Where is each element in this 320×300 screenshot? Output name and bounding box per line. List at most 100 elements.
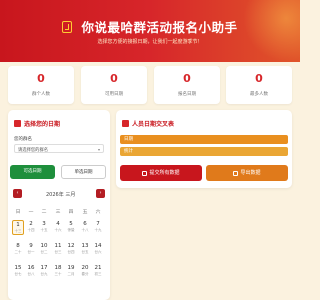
calendar-day[interactable]: 20 春分: [79, 264, 91, 279]
day-number: 16: [27, 265, 35, 271]
stat-value: 0: [37, 72, 45, 85]
lunar-date: 廿四: [67, 250, 75, 254]
calendar-day[interactable]: 18 三十: [52, 264, 64, 279]
cross-table-panel: 人员日期交叉表 日期 统计 提交所有数据 导出数据: [116, 110, 292, 188]
calendar-day[interactable]: 14 廿六: [92, 242, 104, 257]
lunar-date: 廿七: [14, 272, 22, 276]
day-number: 6: [83, 221, 87, 227]
calendar-day[interactable]: 10 廿二: [38, 242, 50, 257]
panel-title: 选择您的日期: [14, 119, 60, 128]
day-number: 1: [16, 222, 20, 228]
calendar-day[interactable]: 5 惊蛰: [65, 220, 77, 235]
title-row: 你说最哈群活动报名小助手: [0, 16, 300, 36]
stat-value: 0: [110, 72, 118, 85]
panel-title-text: 选择您的日期: [24, 121, 61, 128]
header-banner: 你说最哈群活动报名小助手 选择您方便的接报日期，让我们一起度游季节！: [0, 0, 300, 62]
lunar-date: 廿六: [94, 250, 102, 254]
weekday-label: 二: [41, 210, 47, 215]
day-number: 8: [16, 243, 20, 249]
submit-all-label: 提交所有数据: [149, 170, 180, 176]
stat-value: 0: [183, 72, 191, 85]
stat-card: 0 最多人数: [226, 66, 292, 104]
day-number: 17: [40, 265, 48, 271]
calendar-day[interactable]: 19 二月: [65, 264, 77, 279]
chevron-down-icon: ▾: [97, 147, 100, 152]
stat-label: 报名日期: [178, 92, 196, 97]
lunar-date: 廿一: [27, 250, 35, 254]
lunar-date: 廿二: [40, 250, 48, 254]
calendar-day[interactable]: 12 廿四: [65, 242, 77, 257]
group-name-label: 您的群名: [14, 137, 32, 142]
day-number: 5: [69, 221, 73, 227]
submit-all-button[interactable]: 提交所有数据: [120, 165, 202, 181]
export-button[interactable]: 导出数据: [206, 165, 288, 181]
lunar-date: 廿八: [27, 272, 35, 276]
day-number: 7: [96, 221, 100, 227]
stat-label: 最多人数: [250, 92, 268, 97]
calendar-check-icon: [62, 20, 73, 33]
calendar-day[interactable]: 11 廿三: [52, 242, 64, 257]
multi-select-button[interactable]: 可选日期: [10, 165, 55, 179]
group-name-select[interactable]: 请选择您的群名 ▾: [14, 144, 104, 153]
day-number: 11: [54, 243, 62, 249]
lunar-date: 十九: [94, 228, 102, 232]
calendar-day[interactable]: 4 十六: [52, 220, 64, 235]
single-select-button[interactable]: 单选日期: [61, 165, 106, 179]
stat-card: 0 报名日期: [154, 66, 220, 104]
table-icon: [122, 120, 129, 127]
lunar-date: 十五: [40, 228, 48, 232]
panel-title-text: 人员日期交叉表: [132, 121, 175, 128]
calendar-day[interactable]: 13 廿五: [79, 242, 91, 257]
day-number: 12: [67, 243, 75, 249]
header-row-bar: 日期: [120, 135, 288, 144]
lunar-date: 十六: [54, 228, 62, 232]
lunar-date: 廿三: [54, 250, 62, 254]
calendar-day[interactable]: 6 十八: [79, 220, 91, 235]
day-number: 13: [81, 243, 89, 249]
calendar-day[interactable]: 21 初三: [92, 264, 104, 279]
calendar-day[interactable]: 16 廿八: [25, 264, 37, 279]
calendar-day[interactable]: 7 十九: [92, 220, 104, 235]
group-name-select-value: 请选择您的群名: [18, 148, 49, 153]
page-title: 你说最哈群活动报名小助手: [81, 20, 238, 35]
calendar-day[interactable]: 15 廿七: [12, 264, 24, 279]
summary-row-bar: 统计: [120, 147, 288, 156]
lunar-date: 二十: [14, 250, 22, 254]
stat-card: 0 可用日期: [81, 66, 147, 104]
lunar-date: 初三: [94, 272, 102, 276]
export-label: 导出数据: [240, 170, 261, 176]
calendar-day[interactable]: 1 十三: [12, 220, 24, 235]
calendar-day[interactable]: 2 十四: [25, 220, 37, 235]
weekday-label: 日: [15, 210, 21, 215]
calendar-day[interactable]: 9 廿一: [25, 242, 37, 257]
calendar-day[interactable]: 8 二十: [12, 242, 24, 257]
weekday-label: 五: [82, 210, 88, 215]
calendar-day[interactable]: 17 廿九: [38, 264, 50, 279]
day-number: 19: [67, 265, 75, 271]
lunar-date: 春分: [81, 272, 89, 276]
day-number: 4: [56, 221, 60, 227]
lunar-date: 惊蛰: [67, 228, 75, 232]
weekday-label: 一: [28, 210, 34, 215]
day-number: 14: [94, 243, 102, 249]
prev-month-button[interactable]: ‹: [13, 189, 22, 198]
calendar-day[interactable]: 3 十五: [38, 220, 50, 235]
stat-label: 群个人数: [32, 92, 50, 97]
save-icon: [142, 170, 148, 176]
lunar-date: 三十: [54, 272, 62, 276]
lunar-date: 廿五: [81, 250, 89, 254]
day-number: 10: [40, 243, 48, 249]
day-number: 20: [81, 265, 89, 271]
panel-title: 人员日期交叉表: [122, 119, 174, 128]
day-number: 9: [29, 243, 33, 249]
date-selection-panel: 选择您的日期 您的群名 请选择您的群名 ▾ 可选日期 单选日期 ‹ 2026年 …: [8, 110, 110, 300]
stat-label: 可用日期: [105, 92, 123, 97]
day-number: 21: [94, 265, 102, 271]
lunar-date: 二月: [67, 272, 75, 276]
month-label: 2026年 三月: [46, 192, 76, 198]
day-number: 3: [42, 221, 46, 227]
stats-row: 0 群个人数 0 可用日期 0 报名日期 0 最多人数: [8, 66, 292, 104]
page-subtitle: 选择您方便的接报日期，让我们一起度游季节！: [97, 39, 203, 45]
lunar-date: 廿九: [40, 272, 48, 276]
next-month-button[interactable]: ›: [96, 189, 105, 198]
